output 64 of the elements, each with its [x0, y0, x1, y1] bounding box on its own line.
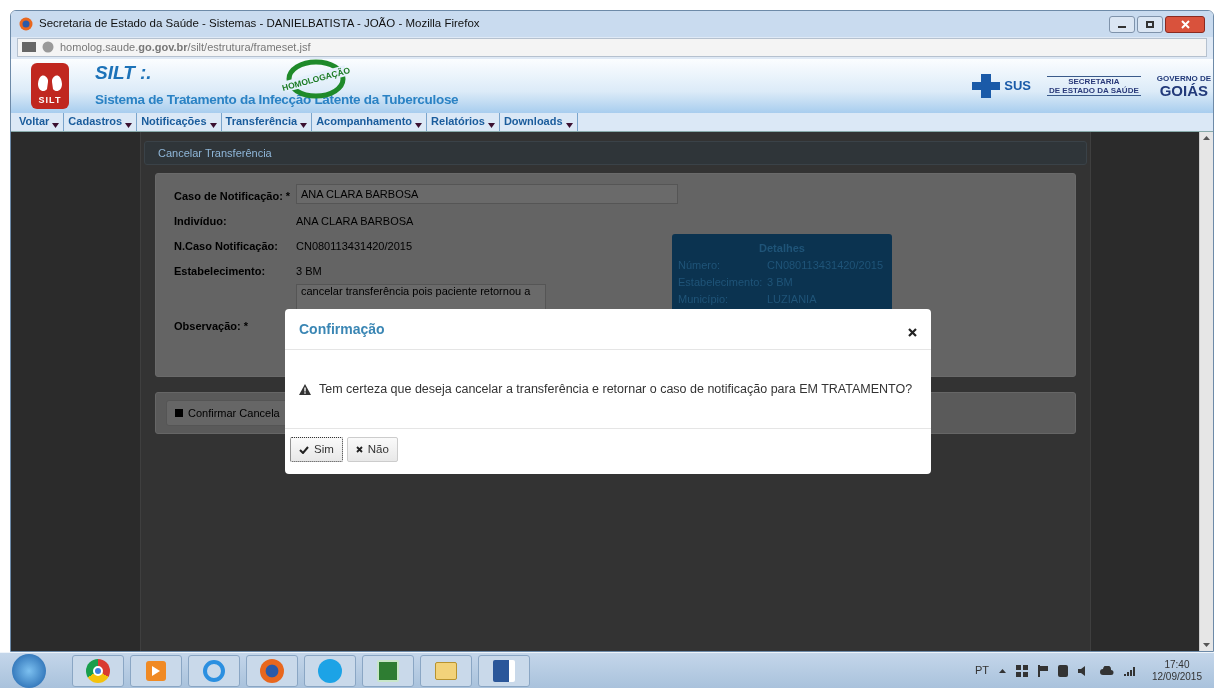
check-icon [299, 445, 309, 454]
caret-icon [487, 123, 495, 128]
browser-logo-icon [19, 17, 33, 31]
system-subtitle: Sistema de Tratamento da Infecção Latente da Tuberculose [95, 91, 459, 109]
show-hidden-icon[interactable] [998, 668, 1006, 673]
address-bar[interactable]: homolog.saude.go.gov.br/silt/estrutura/frameset.jsf [17, 37, 1207, 57]
maximize-button[interactable] [1137, 15, 1163, 33]
url-text: homolog.saude.go.gov.br/silt/estrutura/frameset.jsf [60, 39, 311, 55]
window-title: Secretaria de Estado da Saúde - Sistemas - DANIELBATISTA - JOÃO - Mozilla Firefox [39, 16, 480, 32]
chrome-icon[interactable] [72, 654, 124, 687]
dialog-message: Tem certeza que deseja cancelar a transferência e retornar o caso de notificação para EM TRATAMENTO? [319, 380, 913, 398]
menu-item[interactable]: Cadastros [64, 113, 138, 131]
field-label: Estabelecimento: [174, 264, 267, 279]
minimize-button[interactable] [1109, 15, 1135, 33]
x-icon [355, 446, 363, 453]
governo-logo: GOVERNO DE GOIÁS [1156, 73, 1211, 99]
menu-item[interactable]: Acompanhamento [312, 113, 428, 131]
flag-icon[interactable] [1037, 664, 1048, 677]
firefox-icon[interactable] [246, 654, 298, 687]
field-label: N.Caso Notificação: [174, 239, 279, 254]
close-icon [1180, 19, 1190, 29]
caret-icon [125, 123, 133, 128]
globe-icon [42, 41, 54, 53]
logo-text: SILT [38, 93, 62, 107]
save-icon [175, 409, 183, 417]
close-button[interactable] [1165, 15, 1205, 33]
caret-icon [415, 123, 423, 128]
caret-icon [209, 123, 217, 128]
field-value: ANA CLARA BARBOSA [296, 214, 414, 229]
field-label: Indivíduo: [174, 214, 228, 229]
clock[interactable]: 17:40 12/09/2015 [1151, 658, 1202, 683]
spreadsheet-icon[interactable] [362, 654, 414, 687]
input-field[interactable]: ANA CLARA BARBOSA [296, 184, 678, 204]
cloud-icon[interactable] [1099, 666, 1114, 675]
windows-icon[interactable] [1015, 664, 1028, 677]
page-icon [22, 42, 36, 52]
field-label: Observação: * [174, 319, 249, 334]
caret-icon [300, 123, 308, 128]
field-label: Caso de Notificação: * [174, 189, 292, 204]
signal-icon[interactable] [1123, 665, 1136, 676]
close-icon[interactable] [908, 327, 917, 337]
scroll-down-icon [1203, 643, 1210, 647]
secretaria-logo: SECRETARIA DE ESTADO DA SAÚDE [1046, 76, 1141, 96]
caret-icon [52, 123, 60, 128]
sus-cross-icon [972, 74, 1001, 98]
warning-icon [299, 383, 311, 395]
sus-logo-text: SUS [1004, 77, 1031, 96]
menu-item[interactable]: Notificações [137, 113, 222, 131]
language-indicator[interactable]: PT [974, 662, 989, 679]
dialog-title: Confirmação [299, 319, 385, 339]
menu-item[interactable]: Voltar [15, 113, 65, 131]
word-processor-icon[interactable] [478, 654, 530, 687]
yes-button[interactable]: Sim [290, 437, 343, 462]
caret-icon [565, 123, 573, 128]
start-button[interactable] [12, 653, 46, 688]
app-name: SILT :. [95, 61, 152, 85]
section-title: Cancelar Transferência [158, 145, 272, 161]
menu-item[interactable]: Downloads [499, 113, 578, 131]
field-value: 3 BM [296, 264, 322, 279]
menu-item[interactable]: Transferência [221, 113, 313, 131]
no-button[interactable]: Não [346, 437, 398, 462]
menu-item[interactable]: Relatórios [427, 113, 500, 131]
field-value: CN080113431420/2015 [296, 239, 412, 254]
scroll-up-icon [1203, 136, 1210, 140]
